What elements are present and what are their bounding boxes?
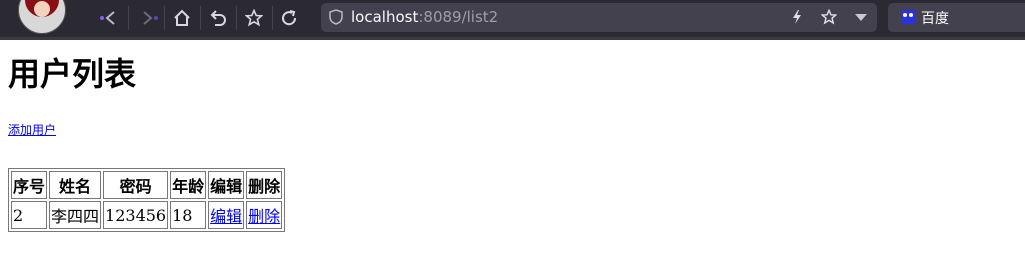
column-header-password: 密码	[103, 171, 169, 199]
user-table: 序号 姓名 密码 年龄 编辑 删除 2 李四四 123456 18 编辑 删除	[8, 168, 286, 232]
address-bar[interactable]: localhost:8089/list2	[321, 3, 877, 32]
reload-icon	[282, 10, 297, 26]
avatar-face	[34, 1, 50, 17]
table-row: 2 李四四 123456 18 编辑 删除	[11, 201, 283, 229]
cell-password: 123456	[103, 201, 169, 229]
column-header-id: 序号	[11, 171, 48, 199]
dropdown-icon[interactable]	[855, 14, 867, 22]
baidu-icon	[901, 10, 915, 24]
home-icon	[174, 9, 190, 26]
cell-age: 18	[170, 201, 207, 229]
column-header-age: 年龄	[170, 171, 207, 199]
page-title: 用户列表	[8, 55, 137, 93]
column-header-delete: 删除	[246, 171, 283, 199]
forward-icon	[143, 11, 158, 25]
back-icon	[100, 11, 115, 25]
toolbar-separator	[200, 6, 201, 30]
url-host: localhost	[351, 8, 419, 26]
search-bar[interactable]: 百度	[888, 3, 1025, 32]
cell-name: 李四四	[49, 201, 102, 229]
cell-id: 2	[11, 201, 48, 229]
undo-button[interactable]	[203, 4, 233, 32]
toolbar-separator	[128, 6, 129, 30]
bookmark-star-icon[interactable]	[821, 9, 837, 25]
add-user-link[interactable]: 添加用户	[8, 121, 56, 138]
edit-link[interactable]: 编辑	[210, 207, 242, 226]
home-button[interactable]	[167, 4, 197, 32]
cell-edit: 编辑	[208, 201, 245, 229]
toolbar-separator	[164, 6, 165, 30]
toolbar-separator	[236, 6, 237, 30]
table-header-row: 序号 姓名 密码 年龄 编辑 删除	[11, 171, 283, 199]
cell-delete: 删除	[246, 201, 283, 229]
column-header-name: 姓名	[49, 171, 102, 199]
delete-link[interactable]: 删除	[248, 207, 280, 226]
reload-button[interactable]	[274, 4, 304, 32]
forward-button[interactable]	[134, 4, 164, 32]
shield-icon[interactable]	[329, 9, 343, 25]
page-content: 用户列表 添加用户 序号 姓名 密码 年龄 编辑 删除 2 李四四 123456…	[0, 54, 1025, 232]
browser-toolbar: localhost:8089/list2 百度	[0, 0, 1025, 40]
bookmark-button[interactable]	[239, 4, 269, 32]
search-engine-label: 百度	[921, 11, 949, 27]
url-path: :8089/list2	[418, 8, 499, 26]
profile-avatar[interactable]	[18, 0, 66, 34]
url-text[interactable]: localhost:8089/list2	[351, 8, 498, 26]
column-header-edit: 编辑	[208, 171, 245, 199]
back-button[interactable]	[94, 4, 124, 32]
lightning-icon[interactable]	[791, 9, 803, 25]
toolbar-separator	[272, 6, 273, 30]
star-icon	[245, 9, 263, 27]
undo-icon	[210, 10, 226, 26]
